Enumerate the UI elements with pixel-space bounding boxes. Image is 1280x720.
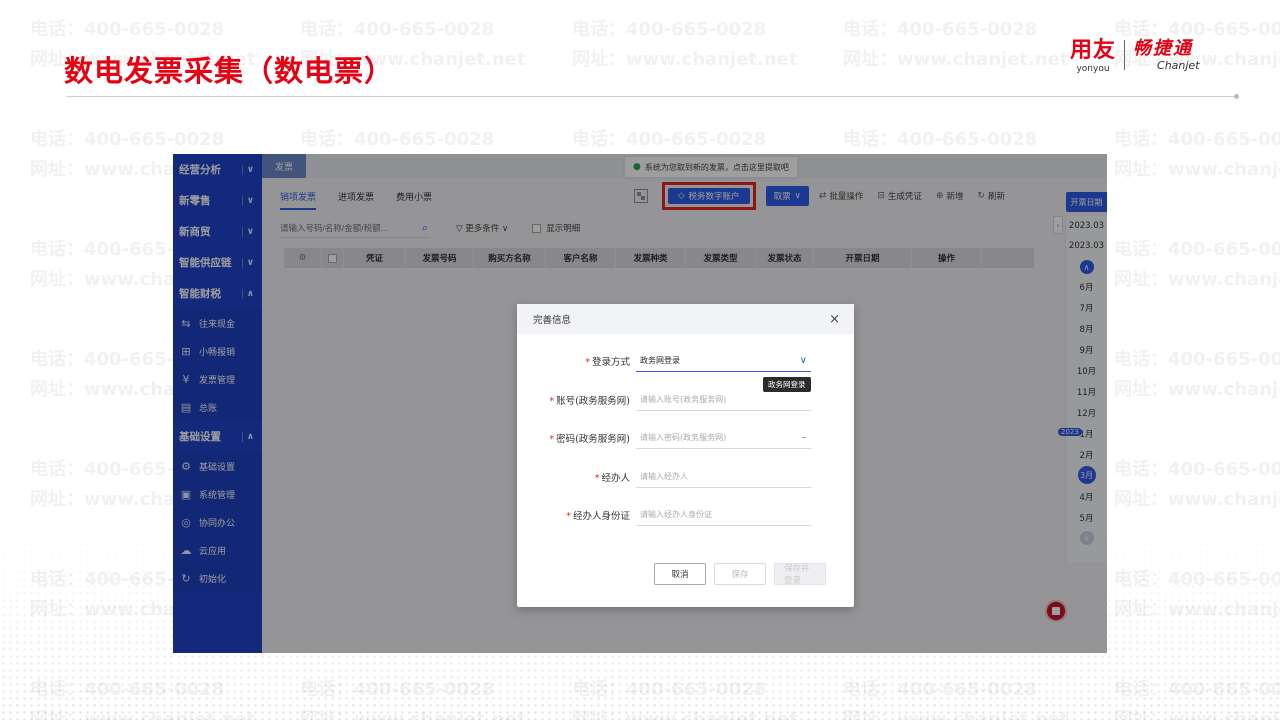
cancel-button[interactable]: 取消 [654, 563, 706, 585]
dialog-buttons: 取消 保存 保存并登录 [517, 563, 854, 586]
close-icon[interactable]: × [829, 312, 840, 327]
yonyou-logo: 用友 yonyou [1070, 38, 1116, 74]
account-field[interactable]: 请输入账号(政务服务网) [636, 389, 811, 411]
dialog-header: 完善信息 × [517, 304, 854, 334]
chanjet-logo-en: Chanjet [1157, 59, 1200, 72]
handler-placeholder: 请输入经办人 [640, 472, 688, 481]
slide-title: 数电发票采集（数电票） [64, 54, 395, 88]
save-and-login-button[interactable]: 保存并登录 [774, 563, 826, 586]
password-placeholder: 请输入密码(政务服务网) [640, 433, 727, 442]
complete-info-dialog: 完善信息 × * 登录方式 政务网登录 ∨ 政务网登录 * 账号(政务服务网) 请输… [517, 304, 854, 607]
login-method-select[interactable]: 政务网登录 ∨ [636, 350, 811, 372]
handler-label: * 经办人 [594, 473, 630, 484]
login-method-value: 政务网登录 [640, 356, 680, 365]
app-screenshot: 经营分析 ∨ 新零售 ∨ 新商贸 ∨ 智能供应链 ∨ 智能财税 ∧ ⇆ 往来现金… [173, 154, 1107, 653]
save-button[interactable]: 保存 [714, 563, 766, 585]
account-label: * 账号(政务服务网) [549, 396, 630, 407]
chanjet-logo: 畅捷通 Chanjet [1133, 38, 1200, 72]
account-row: * 账号(政务服务网) 请输入账号(政务服务网) [517, 389, 854, 411]
yonyou-logo-cn: 用友 [1070, 38, 1117, 63]
watermark-text: 电话：400-665-0028网址：www.chanjet.net [572, 19, 798, 70]
logo-separator [1124, 40, 1126, 70]
handler-field[interactable]: 请输入经办人 [636, 466, 811, 488]
password-field[interactable]: 请输入密码(政务服务网) ⌣ [636, 427, 811, 449]
login-method-label: * 登录方式 [585, 357, 630, 368]
password-label: * 密码(政务服务网) [549, 434, 630, 445]
handler-id-row: * 经办人身份证 请输入经办人身份证 [517, 504, 854, 526]
watermark-text: 电话：400-665-0028网址：www.chanjet.net [843, 19, 1069, 70]
handler-id-field[interactable]: 请输入经办人身份证 [636, 504, 811, 526]
chanjet-logo-cn: 畅捷通 [1133, 38, 1194, 59]
watermark-text: 电话：400-665-0028网址：www.chanjet.net [1114, 129, 1280, 180]
handler-row: * 经办人 请输入经办人 [517, 466, 854, 488]
login-method-row: * 登录方式 政务网登录 ∨ [517, 350, 854, 372]
title-divider [66, 96, 1236, 97]
watermark-text: 电话：400-665-0028网址：www.chanjet.net [1114, 239, 1280, 290]
yonyou-logo-en: yonyou [1076, 64, 1110, 74]
handler-id-label: * 经办人身份证 [566, 511, 630, 522]
handler-id-placeholder: 请输入经办人身份证 [640, 510, 712, 519]
brand-logo: 用友 yonyou 畅捷通 Chanjet [1070, 38, 1200, 74]
watermark-text: 电话：400-665-0028网址：www.chanjet.net [1114, 459, 1280, 510]
chevron-down-icon: ∨ [799, 355, 807, 366]
dialog-title: 完善信息 [533, 315, 572, 326]
account-placeholder: 请输入账号(政务服务网) [640, 395, 727, 404]
eye-closed-icon[interactable]: ⌣ [801, 433, 807, 443]
title-divider-dot [1234, 94, 1239, 99]
password-row: * 密码(政务服务网) 请输入密码(政务服务网) ⌣ [517, 427, 854, 449]
watermark-text: 电话：400-665-0028网址：www.chanjet.net [1114, 349, 1280, 400]
